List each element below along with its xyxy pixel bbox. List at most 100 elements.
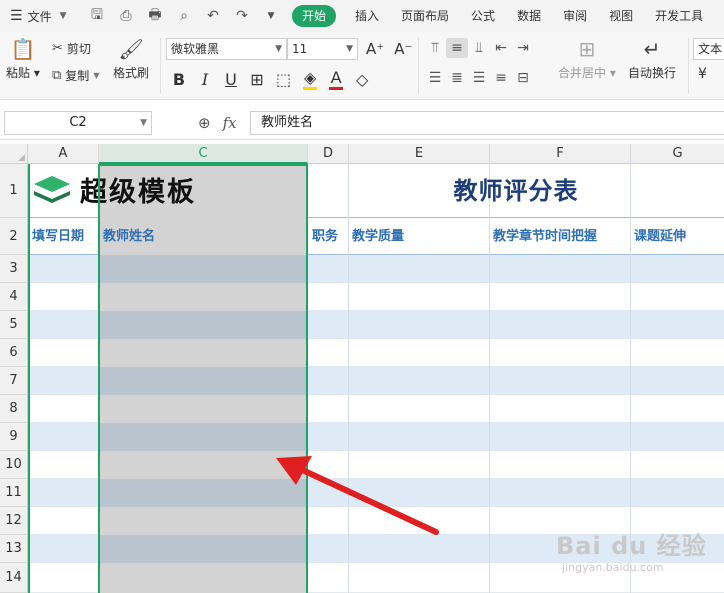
column-header-e[interactable]: E xyxy=(349,144,490,164)
currency-button[interactable]: ¥ xyxy=(698,66,707,82)
cell[interactable] xyxy=(99,479,307,507)
row-header[interactable]: 5 xyxy=(0,311,28,339)
cell[interactable] xyxy=(99,507,307,535)
font-color-icon[interactable]: A xyxy=(329,68,344,90)
quick-access-toolbar: 🖫 ⎙ 🖶 ⌕ ↶ ↷ ▼ xyxy=(88,4,280,28)
cell[interactable] xyxy=(99,367,307,395)
cell[interactable] xyxy=(99,283,307,311)
column-header-f[interactable]: F xyxy=(490,144,631,164)
header-topic-extension[interactable]: 课题延伸 xyxy=(631,221,724,253)
header-teacher-name[interactable]: 教师姓名 xyxy=(100,221,306,253)
select-all-corner[interactable] xyxy=(0,144,28,164)
align-right-icon[interactable]: ☰ xyxy=(468,68,490,88)
fill-style-icon[interactable]: ⬚ xyxy=(276,70,291,89)
menu-bar: ☰ 文件 ▼ 🖫 ⎙ 🖶 ⌕ ↶ ↷ ▼ 开始 插入 页面布局 公式 数据 审阅… xyxy=(0,0,724,32)
header-fill-date[interactable]: 填写日期 xyxy=(29,221,99,253)
cell[interactable] xyxy=(99,423,307,451)
align-middle-icon[interactable]: ≡ xyxy=(446,38,468,58)
tab-data[interactable]: 数据 xyxy=(506,5,552,27)
row-header[interactable]: 9 xyxy=(0,423,28,451)
underline-icon[interactable]: U xyxy=(224,70,238,89)
quick-access-chevron-icon[interactable]: ▼ xyxy=(262,11,280,21)
tab-page-layout[interactable]: 页面布局 xyxy=(390,5,460,27)
column-header-d[interactable]: D xyxy=(308,144,349,164)
spreadsheet-app: ☰ 文件 ▼ 🖫 ⎙ 🖶 ⌕ ↶ ↷ ▼ 开始 插入 页面布局 公式 数据 审阅… xyxy=(0,0,724,593)
row-header[interactable]: 13 xyxy=(0,535,28,563)
row-header[interactable]: 11 xyxy=(0,479,28,507)
cell[interactable] xyxy=(99,255,307,283)
row-header[interactable]: 14 xyxy=(0,563,28,593)
print-preview-icon[interactable]: ⎙ xyxy=(117,8,135,24)
cell[interactable] xyxy=(99,311,307,339)
copy-button[interactable]: ⧉ 复制 ▼ xyxy=(52,67,99,84)
column-header-a[interactable]: A xyxy=(28,144,99,164)
align-center-icon[interactable]: ≣ xyxy=(446,68,468,88)
row-header[interactable]: 2 xyxy=(0,218,28,255)
undo-icon[interactable]: ↶ xyxy=(204,8,222,24)
row-header[interactable]: 6 xyxy=(0,339,28,367)
font-name-select[interactable]: 微软雅黑 ▼ xyxy=(166,38,287,60)
column-header-c[interactable]: C xyxy=(99,144,308,164)
font-name-value: 微软雅黑 xyxy=(171,42,220,56)
tab-insert[interactable]: 插入 xyxy=(344,5,390,27)
find-icon[interactable]: ⌕ xyxy=(175,8,193,24)
distributed-icon[interactable]: ⊟ xyxy=(512,68,534,88)
justify-icon[interactable]: ≡ xyxy=(490,68,512,88)
increase-font-icon[interactable]: A⁺ xyxy=(366,40,384,58)
row-header[interactable]: 4 xyxy=(0,283,28,311)
merge-center-button[interactable]: ⊞ 合并居中 ▾ xyxy=(558,36,616,81)
bold-icon[interactable]: B xyxy=(172,70,186,89)
tab-review[interactable]: 审阅 xyxy=(552,5,598,27)
row-header[interactable]: 8 xyxy=(0,395,28,423)
tab-view[interactable]: 视图 xyxy=(598,5,644,27)
paste-button[interactable]: 📋 粘贴 ▾ xyxy=(6,36,40,81)
redo-icon[interactable]: ↷ xyxy=(233,8,251,24)
merge-center-label: 合并居中 xyxy=(558,66,607,80)
cell[interactable] xyxy=(99,563,307,593)
function-icon[interactable]: fx xyxy=(223,114,237,132)
header-position[interactable]: 职务 xyxy=(309,221,349,253)
clear-format-icon[interactable]: ◇ xyxy=(355,70,369,89)
formula-bar: C2 ▼ ⊕ fx 教师姓名 xyxy=(0,106,724,140)
align-left-icon[interactable]: ☰ xyxy=(424,68,446,88)
row-header[interactable]: 1 xyxy=(0,164,28,218)
copy-label: 复制 xyxy=(65,69,90,83)
column-header-g[interactable]: G xyxy=(631,144,724,164)
cell[interactable] xyxy=(99,339,307,367)
file-menu[interactable]: ☰ 文件 ▼ xyxy=(0,8,82,25)
print-icon[interactable]: 🖶 xyxy=(146,4,164,28)
cell[interactable] xyxy=(99,395,307,423)
decrease-indent-icon[interactable]: ⇤ xyxy=(490,38,512,58)
fill-color-icon[interactable]: ◈ xyxy=(303,68,318,90)
cut-button[interactable]: ✂ 剪切 xyxy=(52,40,91,57)
increase-indent-icon[interactable]: ⇥ xyxy=(512,38,534,58)
header-teaching-quality[interactable]: 教学质量 xyxy=(349,221,489,253)
file-menu-label: 文件 xyxy=(27,9,52,24)
logo-icon xyxy=(34,175,70,203)
header-chapter-timing[interactable]: 教学章节时间把握 xyxy=(490,221,630,253)
save-icon[interactable]: 🖫 xyxy=(88,4,106,28)
align-top-icon[interactable]: ⫪ xyxy=(424,38,446,58)
italic-icon[interactable]: I xyxy=(198,70,212,89)
row-header[interactable]: 10 xyxy=(0,451,28,479)
number-format-select[interactable]: 文本 xyxy=(693,38,724,60)
decrease-font-icon[interactable]: A⁻ xyxy=(394,40,412,58)
tab-formulas[interactable]: 公式 xyxy=(460,5,506,27)
format-painter-button[interactable]: 🖌 格式刷 xyxy=(113,36,149,81)
tab-developer[interactable]: 开发工具 xyxy=(644,5,714,27)
row-header[interactable]: 7 xyxy=(0,367,28,395)
cell[interactable] xyxy=(99,535,307,563)
zoom-icon[interactable]: ⊕ xyxy=(198,114,211,132)
scissors-icon: ✂ xyxy=(52,41,63,56)
name-box[interactable]: C2 ▼ xyxy=(4,111,152,135)
formula-input[interactable]: 教师姓名 xyxy=(250,111,724,135)
row-header[interactable]: 12 xyxy=(0,507,28,535)
align-bottom-icon[interactable]: ⫫ xyxy=(468,38,490,58)
wrap-text-button[interactable]: ↵ 自动换行 xyxy=(628,36,676,81)
row-header[interactable]: 3 xyxy=(0,255,28,283)
border-icon[interactable]: ⊞ xyxy=(250,70,264,89)
chevron-down-icon: ▼ xyxy=(346,44,353,54)
font-size-select[interactable]: 11 ▼ xyxy=(287,38,358,60)
tab-home[interactable]: 开始 xyxy=(292,5,337,27)
cell[interactable] xyxy=(99,451,307,479)
